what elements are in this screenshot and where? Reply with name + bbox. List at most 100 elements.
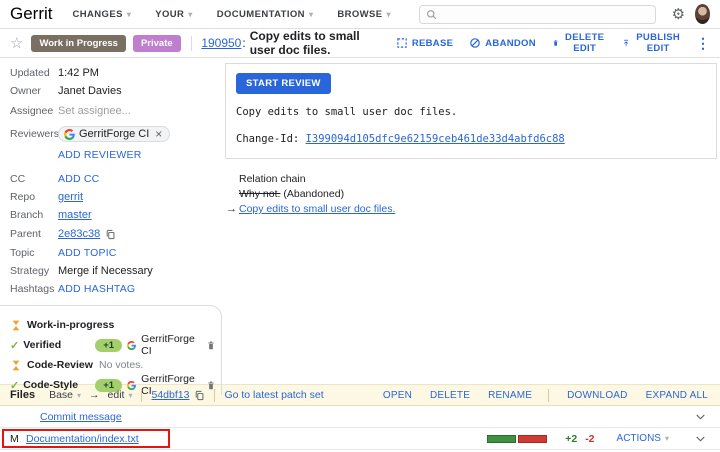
publish-icon — [622, 37, 630, 49]
hourglass-icon — [10, 359, 23, 372]
rebase-button[interactable]: REBASE — [396, 37, 453, 49]
abandoned-change-title: Why not. — [239, 188, 280, 200]
copy-icon[interactable] — [105, 229, 116, 240]
change-body: Updated 1:42 PM Owner Janet Davies Assig… — [0, 58, 720, 384]
download-button[interactable]: DOWNLOAD — [567, 390, 628, 401]
assignee-label: Assignee — [10, 105, 58, 117]
assignee-input[interactable]: Set assignee... — [58, 105, 131, 117]
change-id-link[interactable]: I399094d105dfc9e62159ceb461de33d4abfd6c8… — [306, 133, 565, 145]
nav-your-label: YOUR — [155, 9, 184, 20]
star-icon[interactable]: ☆ — [10, 36, 23, 51]
nav-changes[interactable]: CHANGES ▾ — [73, 9, 132, 20]
open-button[interactable]: OPEN — [383, 390, 412, 401]
change-subject: Copy edits to small user doc files. — [250, 29, 380, 57]
files-actions: OPEN DELETE RENAME DOWNLOAD EXPAND ALL — [365, 389, 708, 402]
chevron-down-icon[interactable] — [695, 413, 706, 421]
search-input[interactable] — [442, 8, 649, 20]
file-row[interactable]: M Documentation/index.txt +2 -2 ACTIONS … — [0, 428, 720, 450]
add-hashtag-button[interactable]: ADD HASHTAG — [58, 283, 135, 295]
meta-cc: CC ADD CC — [0, 170, 222, 188]
meta-reviewers: Reviewers GerritForge CI × — [0, 122, 222, 146]
start-review-button[interactable]: START REVIEW — [236, 73, 331, 94]
gerrit-logo[interactable]: Gerrit — [10, 4, 53, 24]
added-lines-count: +2 — [565, 433, 577, 445]
remove-vote-trash-icon[interactable] — [206, 340, 216, 351]
delete-edit-label: DELETE EDIT — [563, 32, 606, 54]
publish-edit-label: PUBLISH EDIT — [634, 32, 682, 54]
file-actions-label: ACTIONS — [617, 433, 661, 444]
file-actions-dropdown[interactable]: ACTIONS ▾ — [617, 433, 669, 444]
file-path-link[interactable]: Documentation/index.txt — [26, 433, 139, 445]
wip-badge: Work in Progress — [31, 35, 126, 52]
divider — [548, 389, 549, 402]
reviewer-chip[interactable]: GerritForge CI × — [58, 126, 170, 142]
parent-commit-link[interactable]: 2e83c38 — [58, 228, 100, 240]
remove-reviewer-icon[interactable]: × — [155, 128, 162, 140]
commit-message-link[interactable]: Commit message — [40, 411, 122, 423]
deletions-bar — [518, 435, 547, 443]
divider — [141, 389, 142, 402]
edit-patchset-select[interactable]: edit ▾ — [108, 389, 133, 401]
add-cc-button[interactable]: ADD CC — [58, 173, 99, 185]
add-reviewer-button[interactable]: ADD REVIEWER — [58, 149, 142, 161]
rebase-label: REBASE — [412, 38, 453, 49]
commit-message-text: Copy edits to small user doc files. — [236, 106, 706, 118]
nav-your[interactable]: YOUR ▾ — [155, 9, 192, 20]
meta-updated: Updated 1:42 PM — [0, 64, 222, 82]
copy-icon[interactable] — [194, 390, 205, 401]
cc-label: CC — [10, 173, 58, 185]
abandoned-suffix: (Abandoned) — [283, 188, 344, 200]
delete-edit-button[interactable]: DELETE EDIT — [552, 32, 606, 54]
repo-label: Repo — [10, 191, 58, 203]
rename-button[interactable]: RENAME — [488, 390, 532, 401]
delete-button[interactable]: DELETE — [430, 390, 470, 401]
revision-link[interactable]: 54dbf13 — [151, 389, 189, 401]
meta-assignee: Assignee Set assignee... — [0, 100, 222, 122]
expand-all-button[interactable]: EXPAND ALL — [646, 390, 708, 401]
dropdown-caret-icon: ▾ — [665, 434, 669, 443]
repo-link[interactable]: gerrit — [58, 191, 83, 203]
nav-browse[interactable]: BROWSE ▾ — [337, 9, 391, 20]
subject-separator: : — [242, 36, 245, 50]
gerrit-app: Gerrit CHANGES ▾ YOUR ▾ DOCUMENTATION ▾ … — [0, 0, 720, 452]
verified-vote-chip[interactable]: +1 — [95, 339, 122, 352]
change-actions: REBASE ABANDON DELETE EDIT PUBLISH EDIT … — [380, 32, 710, 54]
dropdown-caret-icon: ▾ — [309, 10, 313, 19]
search-icon — [426, 9, 437, 20]
code-review-label: Code-Review — [27, 359, 99, 371]
abandon-button[interactable]: ABANDON — [469, 37, 536, 49]
search-box[interactable] — [419, 5, 656, 24]
base-patchset-select[interactable]: Base ▾ — [49, 389, 81, 401]
settings-gear-icon[interactable]: ⚙ — [672, 7, 685, 22]
wip-label: Work-in-progress — [27, 319, 114, 331]
private-badge: Private — [133, 35, 181, 52]
gerritforge-logo-icon — [127, 340, 136, 351]
files-title: Files — [10, 389, 35, 401]
code-review-status: No votes. — [99, 359, 143, 371]
label-wip: Work-in-progress — [10, 315, 213, 335]
add-topic-button[interactable]: ADD TOPIC — [58, 247, 117, 259]
base-label: Base — [49, 389, 73, 401]
abandon-label: ABANDON — [485, 38, 536, 49]
verified-voter: GerritForge CI — [141, 333, 197, 357]
more-options-icon[interactable]: ⋮ — [696, 35, 710, 52]
change-number-link[interactable]: 190950 — [201, 36, 241, 50]
nav-documentation[interactable]: DOCUMENTATION ▾ — [217, 9, 314, 20]
current-change-link[interactable]: Copy edits to small user doc files. — [239, 203, 395, 215]
commit-message-row[interactable]: Commit message — [0, 406, 720, 428]
relation-chain-title: Relation chain — [239, 172, 717, 187]
topic-label: Topic — [10, 247, 58, 259]
updated-value: 1:42 PM — [58, 67, 99, 79]
verified-label: Verified — [23, 339, 95, 351]
meta-branch: Branch master — [0, 206, 222, 224]
user-avatar[interactable] — [695, 4, 710, 24]
branch-link[interactable]: master — [58, 209, 92, 221]
hourglass-icon — [10, 319, 23, 332]
diff-size-bars — [487, 435, 547, 443]
additions-bar — [487, 435, 516, 443]
nav-documentation-label: DOCUMENTATION — [217, 9, 305, 20]
publish-edit-button[interactable]: PUBLISH EDIT — [622, 32, 682, 54]
change-id-label: Change-Id: — [236, 133, 299, 145]
chevron-down-icon[interactable] — [695, 435, 706, 443]
goto-latest-patchset-link[interactable]: Go to latest patch set — [224, 389, 323, 401]
